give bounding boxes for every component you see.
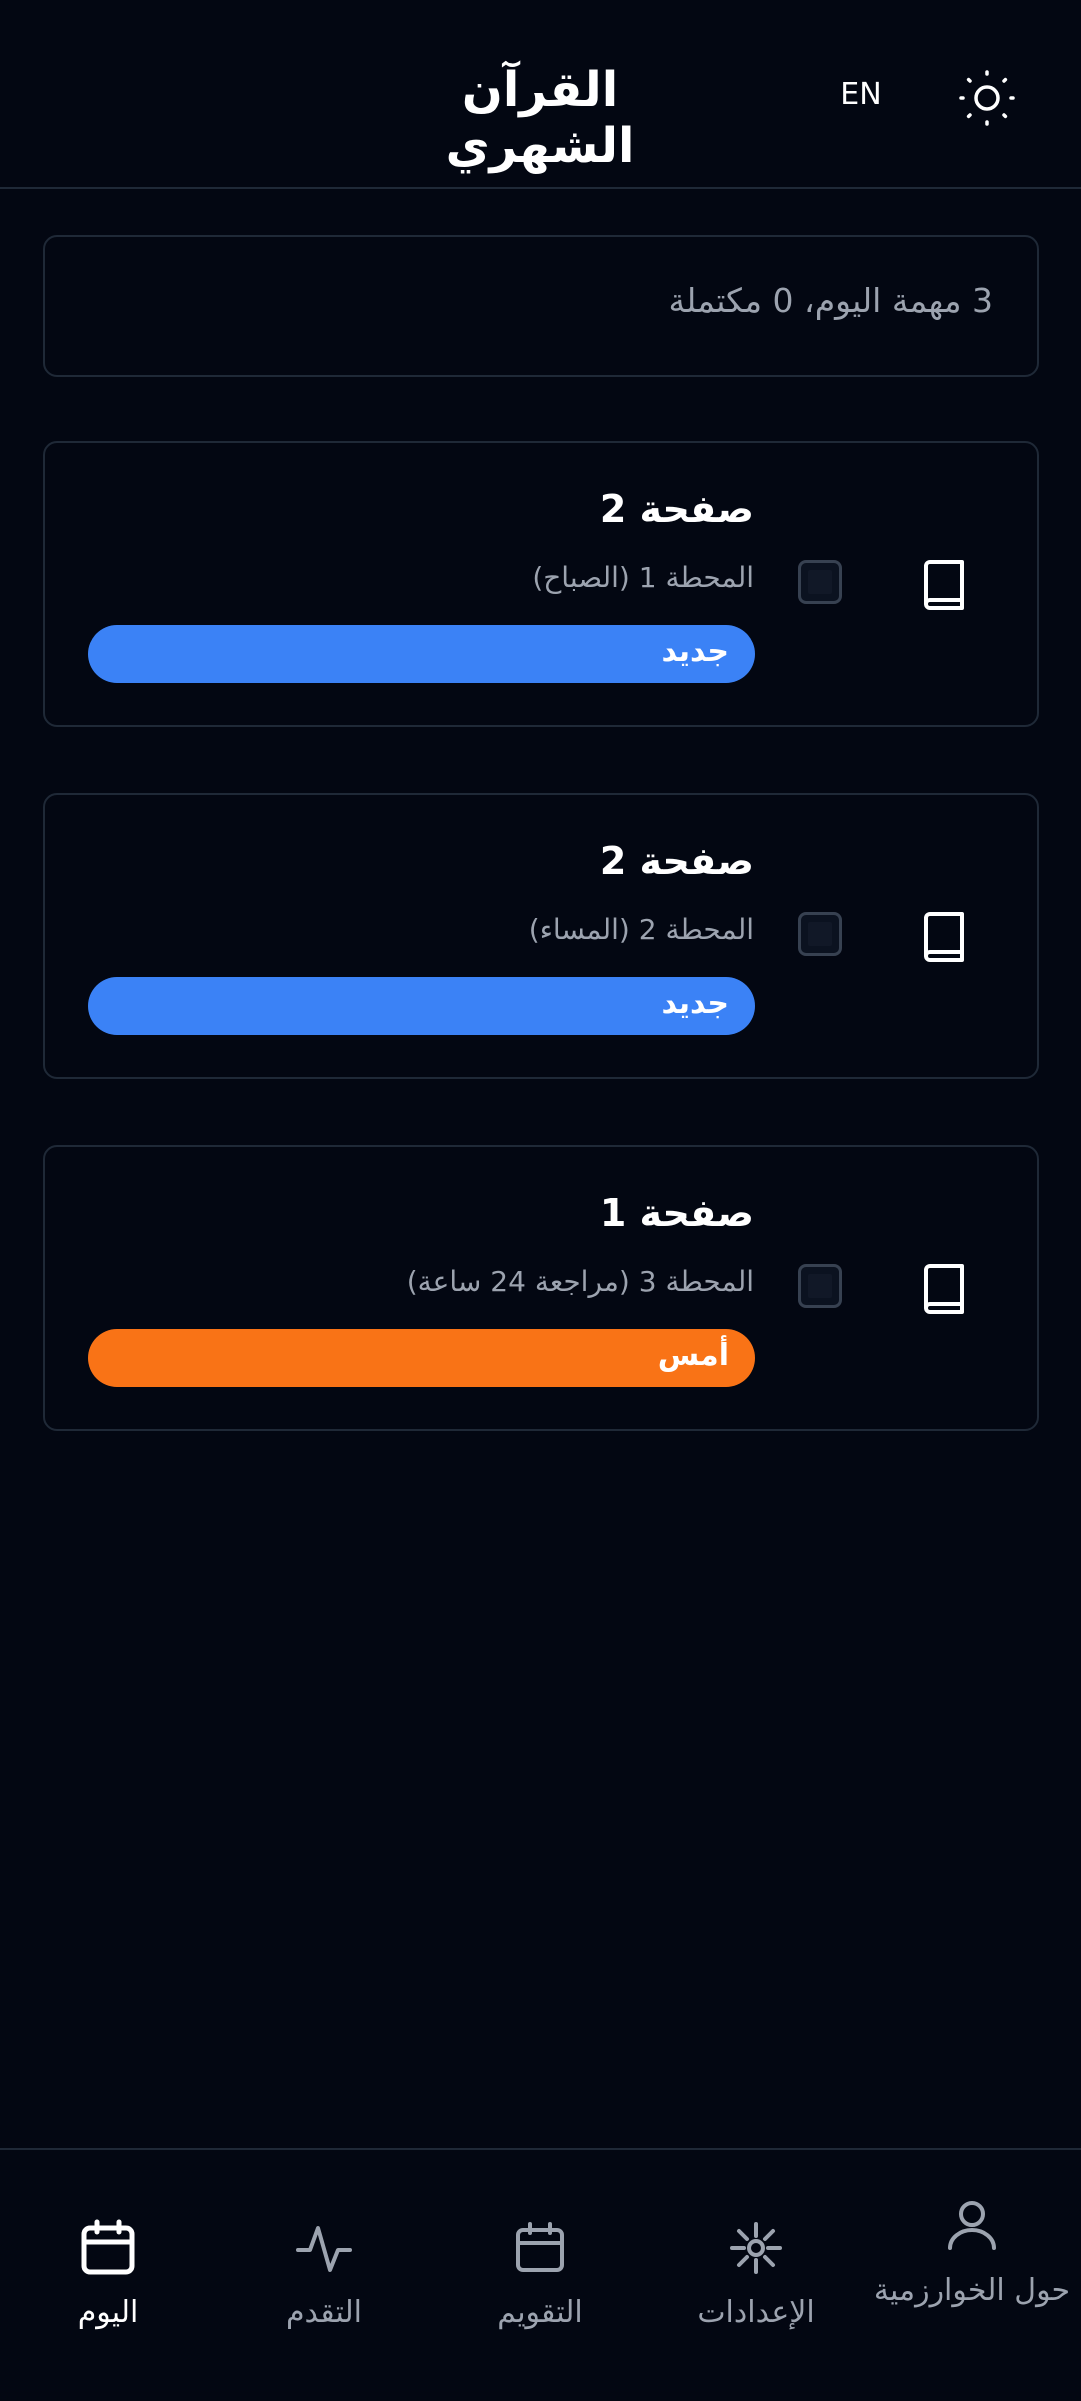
app-title: القرآن الشهري [445,62,635,174]
calendar-icon [516,2222,564,2272]
task-subtitle: المحطة 1 (الصباح) [532,561,754,594]
top-app-bar: القرآن الشهري EN [0,0,1081,189]
theme-toggle-button[interactable] [955,66,1019,130]
book-icon [920,910,968,964]
task-checkbox[interactable] [798,560,842,604]
nav-item-calendar[interactable]: التقويم [432,2150,648,2401]
nav-item-label: اليوم [77,2295,139,2330]
status-badge: أمس [88,1329,755,1387]
task-title: صفحة 2 [599,487,754,531]
sun-icon [959,70,1015,126]
nav-item-label: التقويم [497,2295,583,2330]
task-card: صفحة 2 المحطة 2 (المساء) جديد [43,793,1039,1079]
nav-item-label: الإعدادات [697,2295,815,2330]
task-subtitle: المحطة 2 (المساء) [528,913,754,946]
nav-item-today[interactable]: اليوم [0,2150,216,2401]
status-badge: جديد [88,625,755,683]
daily-summary-text: 3 مهمة اليوم، 0 مكتملة [668,281,994,320]
nav-item-about-algorithm[interactable]: حول الخوارزمية [864,2150,1080,2401]
bottom-navigation: اليوم التقدم التقويم الإعدادات حول الخوا… [0,2148,1081,2401]
status-badge-label: جديد [661,634,729,669]
calendar-icon [81,2219,135,2275]
language-toggle-button[interactable]: EN [823,70,899,120]
status-badge-label: جديد [661,986,729,1021]
task-subtitle: المحطة 3 (مراجعة 24 ساعة) [406,1265,754,1298]
user-icon [948,2201,996,2250]
nav-item-progress[interactable]: التقدم [216,2150,432,2401]
task-card: صفحة 2 المحطة 1 (الصباح) جديد [43,441,1039,727]
task-title: صفحة 2 [599,839,754,883]
task-checkbox[interactable] [798,1264,842,1308]
app-root: القرآن الشهري EN 3 مهمة اليوم، 0 مكتملة [0,0,1081,2401]
nav-item-label: حول الخوارزمية [873,2273,1071,2308]
nav-item-label: التقدم [285,2295,363,2330]
task-title: صفحة 1 [599,1191,754,1235]
task-checkbox[interactable] [798,912,842,956]
book-icon [920,1262,968,1316]
status-badge-label: أمس [657,1338,729,1373]
status-badge: جديد [88,977,755,1035]
settings-icon [730,2222,782,2274]
task-card: صفحة 1 المحطة 3 (مراجعة 24 ساعة) أمس [43,1145,1039,1431]
book-icon [920,558,968,612]
nav-item-settings[interactable]: الإعدادات [648,2150,864,2401]
activity-icon [296,2226,352,2272]
daily-summary-card: 3 مهمة اليوم، 0 مكتملة [43,235,1039,377]
